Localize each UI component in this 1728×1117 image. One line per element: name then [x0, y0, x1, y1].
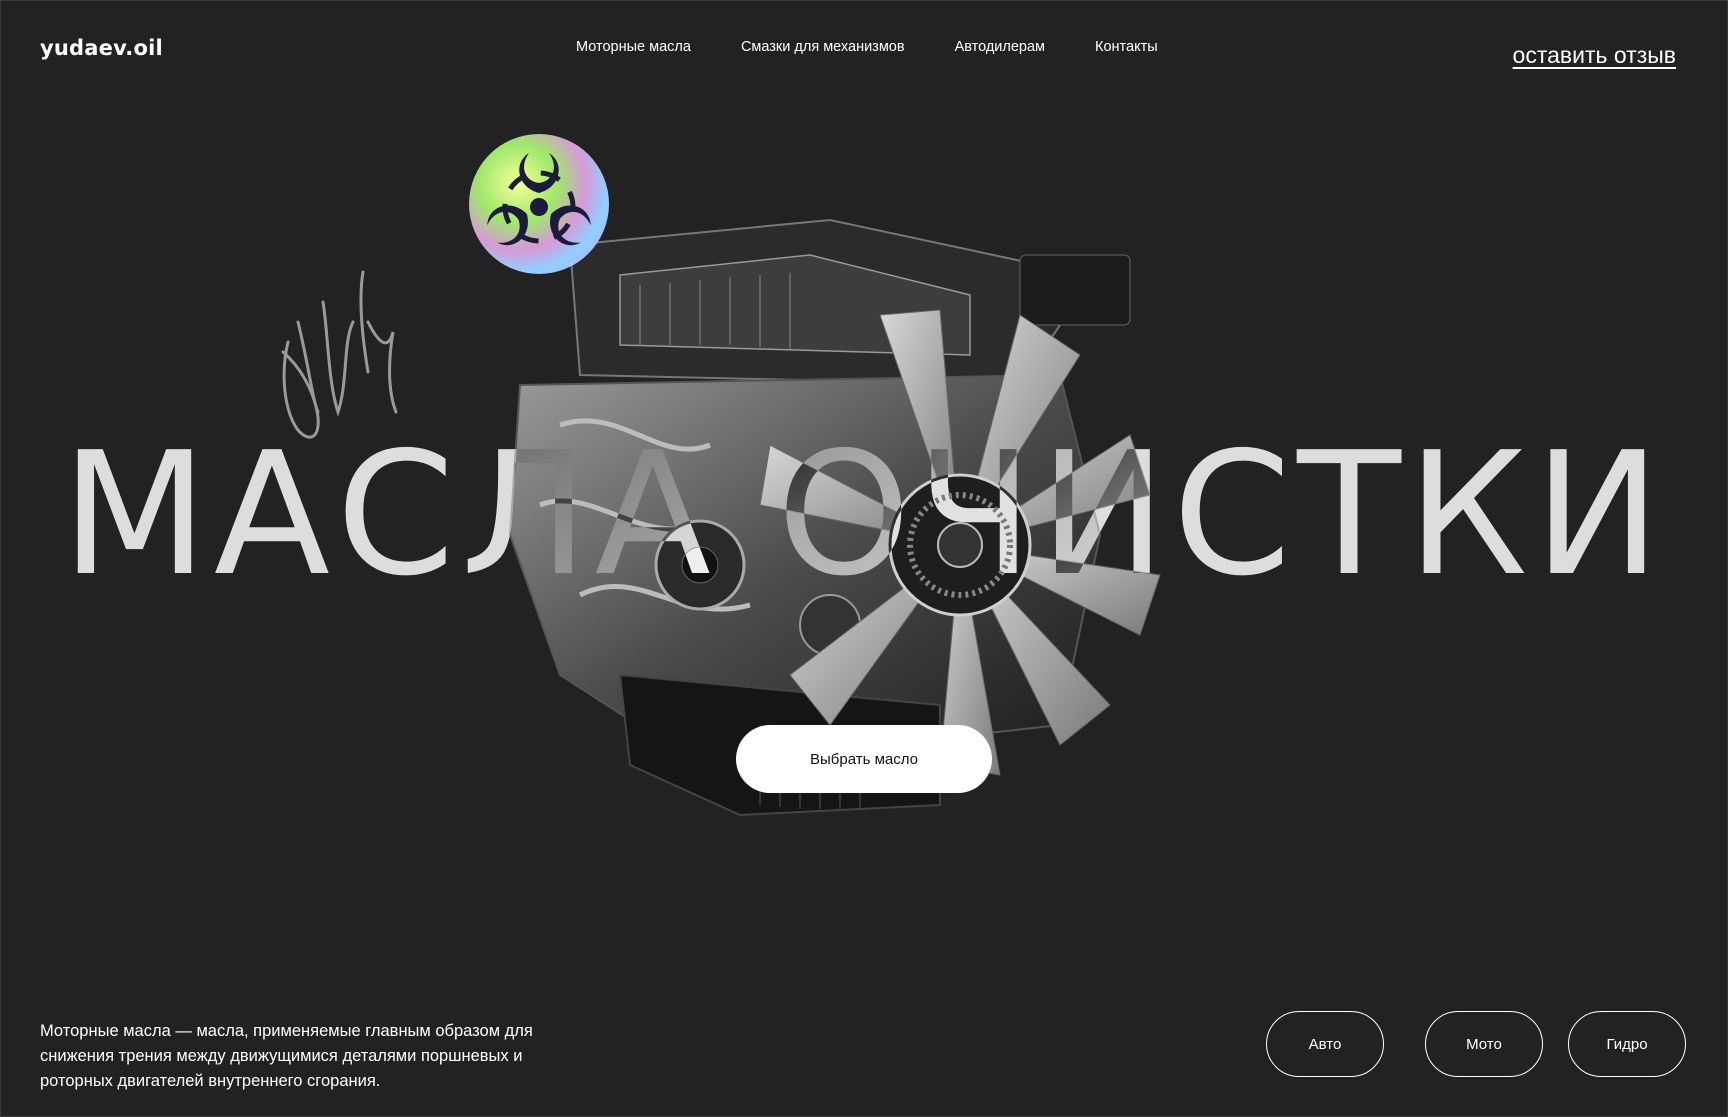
site-logo[interactable]: yudaev.oil	[40, 36, 163, 60]
biohazard-icon	[469, 134, 609, 274]
signature-scribble	[281, 270, 398, 439]
nav-item-lubricants[interactable]: Смазки для механизмов	[741, 39, 905, 55]
hero-headline: МАСЛА ОЧИСТКИ	[61, 416, 1667, 614]
choose-oil-button[interactable]: Выбрать масло	[736, 725, 992, 793]
motor-oil-description: Моторные масла — масла, применяемые глав…	[40, 1021, 533, 1090]
main-nav: Моторные масла Смазки для механизмов Авт…	[576, 39, 1208, 55]
nav-item-dealers[interactable]: Автодилерам	[955, 39, 1045, 55]
category-auto-button[interactable]: Авто	[1266, 1011, 1384, 1077]
nav-item-motor-oils[interactable]: Моторные масла	[576, 39, 691, 55]
nav-item-contacts[interactable]: Контакты	[1095, 39, 1158, 55]
category-moto-button[interactable]: Мото	[1425, 1011, 1543, 1077]
category-hydro-button[interactable]: Гидро	[1568, 1011, 1686, 1077]
leave-review-link[interactable]: оставить отзыв	[1513, 42, 1676, 69]
